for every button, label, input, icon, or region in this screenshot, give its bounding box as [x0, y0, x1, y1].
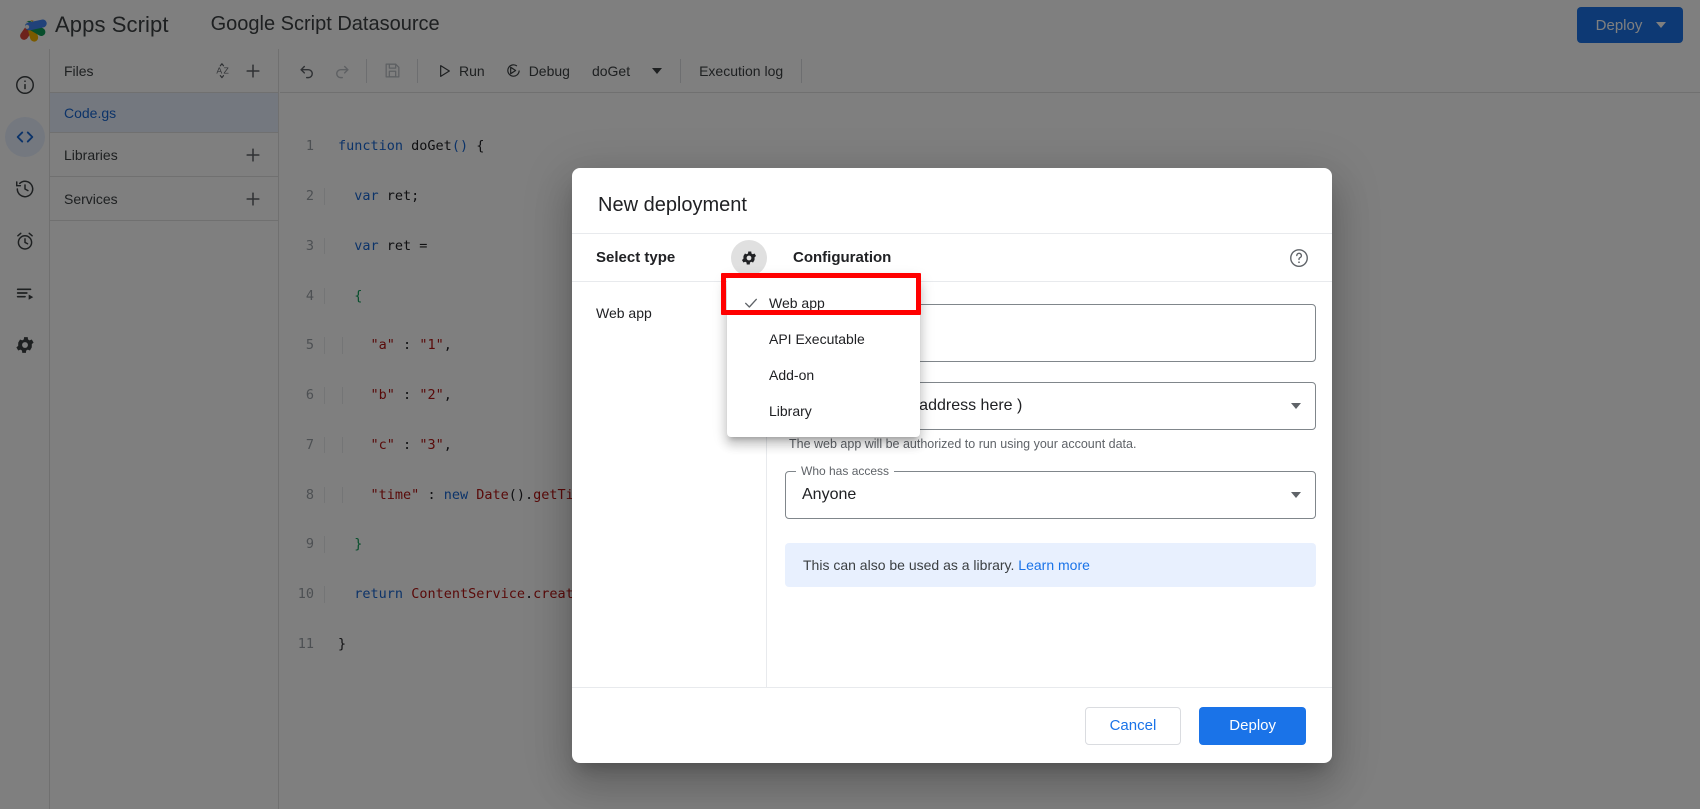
deploy-button[interactable]: Deploy: [1199, 706, 1306, 745]
menu-item-api-executable[interactable]: API Executable: [727, 321, 920, 357]
select-type-gear-button[interactable]: [731, 239, 767, 276]
menu-item-web-app[interactable]: Web app: [727, 285, 920, 321]
menu-item-label: API Executable: [769, 331, 865, 347]
caret-down-icon: [1291, 492, 1301, 498]
menu-item-library[interactable]: Library: [727, 393, 920, 429]
dialog-title: New deployment: [598, 194, 747, 216]
gear-icon: [741, 251, 757, 264]
learn-more-link[interactable]: Learn more: [1018, 557, 1090, 573]
menu-item-label: Web app: [769, 295, 825, 311]
caret-down-icon: [1291, 403, 1301, 409]
configuration-label: Configuration: [793, 249, 892, 266]
menu-item-label: Library: [769, 403, 812, 419]
select-type-label: Select type: [596, 249, 676, 266]
checkmark-icon: [743, 295, 769, 311]
menu-item-label: Add-on: [769, 367, 815, 383]
new-deployment-dialog: New deployment Select type Configuration…: [572, 168, 1332, 763]
dialog-footer: Cancel Deploy: [572, 687, 1332, 763]
who-has-access-select[interactable]: Who has access Anyone: [785, 464, 1316, 519]
dialog-subheader: Select type Configuration: [572, 233, 1332, 282]
execute-as-helper: The web app will be authorized to run us…: [789, 437, 1137, 451]
dialog-body: Web app Description Execute as Me ( Your…: [572, 282, 1332, 687]
library-note-text: This can also be used as a library.: [803, 557, 1015, 573]
who-has-access-value: Anyone: [802, 486, 857, 503]
who-has-access-legend: Who has access: [796, 464, 895, 478]
menu-item-add-on[interactable]: Add-on: [727, 357, 920, 393]
cancel-button[interactable]: Cancel: [1084, 706, 1182, 745]
library-note: This can also be used as a library. Lear…: [785, 543, 1316, 587]
help-button[interactable]: [1288, 247, 1310, 269]
deployment-type-menu: Web app API Executable Add-on Library: [727, 277, 920, 437]
help-circle-icon: [1290, 248, 1308, 267]
